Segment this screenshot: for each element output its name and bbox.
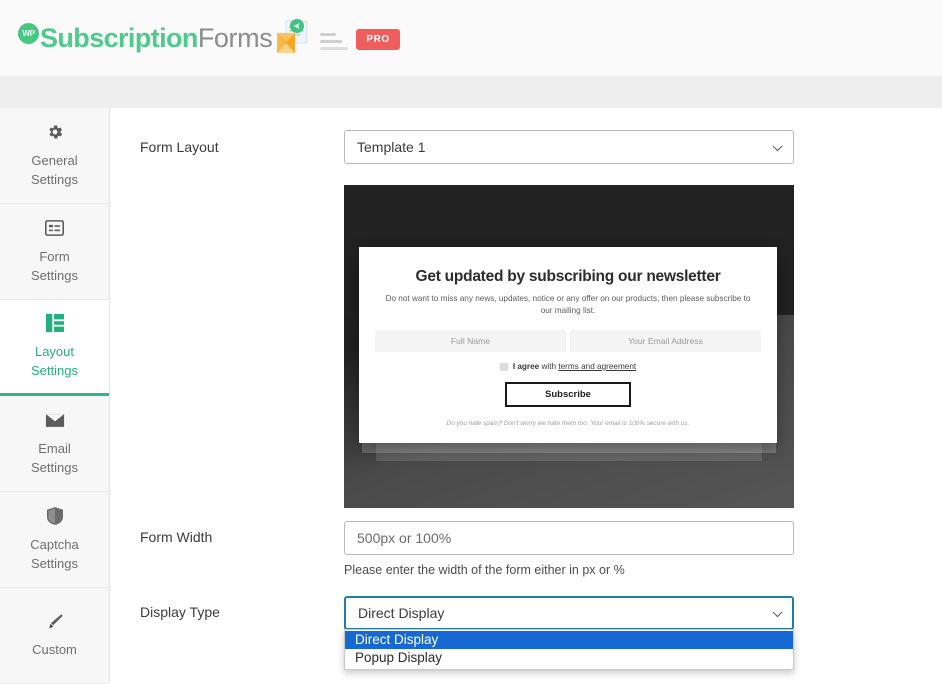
layout-grid-icon bbox=[45, 314, 64, 333]
preview-input-row: Full Name Your Email Address bbox=[375, 330, 761, 352]
preview-agree-prefix: I agree bbox=[512, 362, 540, 371]
sidebar-item-label2: Settings bbox=[31, 362, 78, 378]
envelope-icon bbox=[45, 411, 65, 430]
sidebar-item-label: Captcha bbox=[30, 536, 79, 552]
mail-envelope-icon bbox=[274, 19, 316, 57]
sidebar-item-label2: Settings bbox=[31, 555, 78, 571]
sidebar-item-label: General bbox=[31, 152, 78, 168]
preview-title: Get updated by subscribing our newslette… bbox=[415, 268, 721, 285]
settings-main-panel: Form Layout Template 1 Get updated by su… bbox=[110, 108, 942, 683]
pro-badge: PRO bbox=[356, 28, 400, 50]
brush-icon bbox=[46, 612, 64, 631]
preview-agree-row: I agree with terms and agreement bbox=[359, 362, 777, 371]
logo-primary-text: Subscription bbox=[40, 22, 198, 53]
preview-form-card: Get updated by subscribing our newslette… bbox=[359, 247, 777, 443]
logo-secondary-text: Forms bbox=[197, 22, 273, 53]
sidebar-item-label: Custom bbox=[32, 642, 77, 657]
form-width-hint: Please enter the width of the form eithe… bbox=[344, 563, 625, 577]
form-template-preview: Get updated by subscribing our newslette… bbox=[344, 185, 794, 508]
sidebar-item-label: Layout bbox=[34, 343, 75, 359]
sidebar-item-label: Email bbox=[38, 440, 71, 456]
shield-icon bbox=[46, 507, 63, 526]
dash-lines-icon bbox=[320, 30, 354, 52]
sidebar-item-general-settings[interactable]: General Settings bbox=[0, 108, 109, 204]
display-type-label: Display Type bbox=[140, 604, 220, 620]
preview-name-input: Full Name bbox=[375, 330, 566, 352]
form-layout-label: Form Layout bbox=[140, 139, 219, 155]
preview-checkbox-icon bbox=[499, 362, 508, 371]
form-width-label: Form Width bbox=[140, 529, 213, 545]
preview-agree-link: terms and agreement bbox=[558, 362, 637, 371]
sidebar-item-captcha-settings[interactable]: Captcha Settings bbox=[0, 492, 109, 588]
display-type-option-popup[interactable]: Popup Display bbox=[345, 649, 793, 667]
sidebar-item-layout-settings[interactable]: Layout Settings bbox=[0, 300, 109, 396]
app-header: WP Subscription Forms PRO bbox=[0, 0, 942, 76]
form-width-input[interactable] bbox=[344, 521, 794, 555]
display-type-select[interactable]: Direct Display bbox=[344, 596, 794, 630]
display-type-select-value[interactable]: Direct Display bbox=[344, 596, 794, 630]
wp-badge-icon: WP bbox=[18, 22, 39, 44]
gear-icon bbox=[46, 123, 64, 142]
preview-ghost-layer-2 bbox=[376, 443, 762, 461]
header-divider-band bbox=[0, 76, 942, 108]
display-type-option-direct[interactable]: Direct Display bbox=[345, 631, 793, 649]
form-layout-select-value[interactable]: Template 1 bbox=[344, 130, 794, 164]
display-type-options-list[interactable]: Direct Display Popup Display bbox=[344, 629, 794, 670]
settings-sidebar: General Settings Form Settings Layout Se… bbox=[0, 108, 110, 684]
sidebar-item-label2: Settings bbox=[31, 171, 78, 187]
form-list-icon bbox=[45, 219, 64, 238]
preview-agree-middle: with bbox=[539, 362, 559, 371]
preview-footer-note: Do you hate spam? Don't worry we hate th… bbox=[446, 420, 690, 427]
sidebar-item-label2: Settings bbox=[31, 267, 78, 283]
sidebar-item-email-settings[interactable]: Email Settings bbox=[0, 396, 109, 492]
form-layout-select[interactable]: Template 1 bbox=[344, 130, 794, 164]
sidebar-item-label: Form bbox=[39, 248, 70, 264]
app-logo: WP Subscription Forms PRO bbox=[18, 16, 400, 60]
sidebar-item-custom[interactable]: Custom bbox=[0, 588, 109, 684]
preview-subtitle: Do not want to miss any news, updates, n… bbox=[385, 294, 751, 315]
sidebar-item-form-settings[interactable]: Form Settings bbox=[0, 204, 109, 300]
preview-email-input: Your Email Address bbox=[570, 330, 761, 352]
preview-subscribe-button: Subscribe bbox=[505, 382, 631, 407]
sidebar-item-label2: Settings bbox=[31, 459, 78, 475]
